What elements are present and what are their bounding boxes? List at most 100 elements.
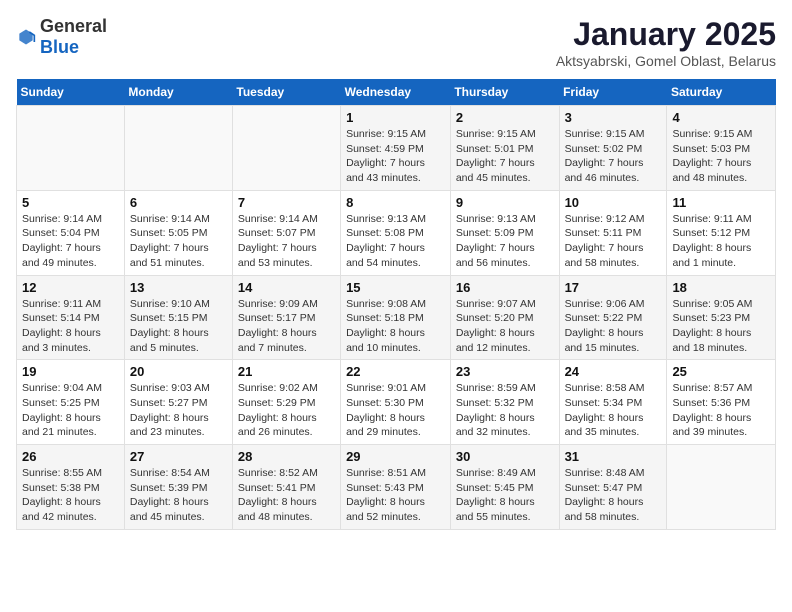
day-info: Sunrise: 9:04 AMSunset: 5:25 PMDaylight:…	[22, 381, 119, 440]
day-number: 20	[130, 364, 227, 379]
day-info: Sunrise: 9:03 AMSunset: 5:27 PMDaylight:…	[130, 381, 227, 440]
week-row-5: 26Sunrise: 8:55 AMSunset: 5:38 PMDayligh…	[17, 445, 776, 530]
day-header-wednesday: Wednesday	[341, 79, 451, 106]
day-info: Sunrise: 9:02 AMSunset: 5:29 PMDaylight:…	[238, 381, 335, 440]
day-info: Sunrise: 8:54 AMSunset: 5:39 PMDaylight:…	[130, 466, 227, 525]
day-header-tuesday: Tuesday	[232, 79, 340, 106]
day-info: Sunrise: 8:49 AMSunset: 5:45 PMDaylight:…	[456, 466, 554, 525]
day-info: Sunrise: 9:15 AMSunset: 5:01 PMDaylight:…	[456, 127, 554, 186]
day-info: Sunrise: 9:14 AMSunset: 5:04 PMDaylight:…	[22, 212, 119, 271]
day-number: 3	[565, 110, 662, 125]
day-number: 30	[456, 449, 554, 464]
day-number: 9	[456, 195, 554, 210]
day-number: 13	[130, 280, 227, 295]
day-number: 7	[238, 195, 335, 210]
day-info: Sunrise: 8:55 AMSunset: 5:38 PMDaylight:…	[22, 466, 119, 525]
day-number: 27	[130, 449, 227, 464]
day-number: 29	[346, 449, 445, 464]
day-header-saturday: Saturday	[667, 79, 776, 106]
day-info: Sunrise: 9:13 AMSunset: 5:08 PMDaylight:…	[346, 212, 445, 271]
calendar-cell: 30 Sunrise: 8:49 AMSunset: 5:45 PMDayligh…	[450, 445, 559, 530]
calendar-cell: 4 Sunrise: 9:15 AMSunset: 5:03 PMDaylight…	[667, 106, 776, 191]
day-number: 12	[22, 280, 119, 295]
day-header-sunday: Sunday	[17, 79, 125, 106]
calendar-cell: 8 Sunrise: 9:13 AMSunset: 5:08 PMDaylight…	[341, 190, 451, 275]
calendar-cell: 26Sunrise: 8:55 AMSunset: 5:38 PMDayligh…	[17, 445, 125, 530]
calendar-cell: 20 Sunrise: 9:03 AMSunset: 5:27 PMDayligh…	[124, 360, 232, 445]
calendar-cell: 16Sunrise: 9:07 AMSunset: 5:20 PMDayligh…	[450, 275, 559, 360]
day-number: 4	[672, 110, 770, 125]
day-info: Sunrise: 8:52 AMSunset: 5:41 PMDaylight:…	[238, 466, 335, 525]
calendar-cell: 13 Sunrise: 9:10 AMSunset: 5:15 PMDayligh…	[124, 275, 232, 360]
day-number: 17	[565, 280, 662, 295]
day-number: 15	[346, 280, 445, 295]
logo-general: General	[40, 16, 107, 36]
calendar-table: SundayMondayTuesdayWednesdayThursdayFrid…	[16, 79, 776, 530]
day-info: Sunrise: 9:15 AMSunset: 4:59 PMDaylight:…	[346, 127, 445, 186]
logo: General Blue	[16, 16, 107, 58]
calendar-cell: 21Sunrise: 9:02 AMSunset: 5:29 PMDayligh…	[232, 360, 340, 445]
day-info: Sunrise: 9:05 AMSunset: 5:23 PMDaylight:…	[672, 297, 770, 356]
title-area: January 2025 Aktsyabrski, Gomel Oblast, …	[556, 16, 776, 69]
week-row-1: 1 Sunrise: 9:15 AMSunset: 4:59 PMDaylight…	[17, 106, 776, 191]
calendar-cell: 6Sunrise: 9:14 AMSunset: 5:05 PMDaylight…	[124, 190, 232, 275]
calendar-title: January 2025	[556, 16, 776, 53]
day-info: Sunrise: 9:11 AMSunset: 5:14 PMDaylight:…	[22, 297, 119, 356]
day-number: 8	[346, 195, 445, 210]
day-number: 25	[672, 364, 770, 379]
day-info: Sunrise: 8:48 AMSunset: 5:47 PMDaylight:…	[565, 466, 662, 525]
day-number: 24	[565, 364, 662, 379]
calendar-cell: 23Sunrise: 8:59 AMSunset: 5:32 PMDayligh…	[450, 360, 559, 445]
calendar-cell: 15Sunrise: 9:08 AMSunset: 5:18 PMDayligh…	[341, 275, 451, 360]
calendar-cell: 3 Sunrise: 9:15 AMSunset: 5:02 PMDaylight…	[559, 106, 667, 191]
day-header-friday: Friday	[559, 79, 667, 106]
logo-icon	[16, 27, 36, 47]
day-number: 18	[672, 280, 770, 295]
calendar-cell: 12 Sunrise: 9:11 AMSunset: 5:14 PMDayligh…	[17, 275, 125, 360]
calendar-cell	[667, 445, 776, 530]
day-info: Sunrise: 9:06 AMSunset: 5:22 PMDaylight:…	[565, 297, 662, 356]
day-number: 11	[672, 195, 770, 210]
calendar-cell: 18 Sunrise: 9:05 AMSunset: 5:23 PMDayligh…	[667, 275, 776, 360]
day-number: 2	[456, 110, 554, 125]
day-number: 5	[22, 195, 119, 210]
day-info: Sunrise: 8:59 AMSunset: 5:32 PMDaylight:…	[456, 381, 554, 440]
day-number: 28	[238, 449, 335, 464]
day-number: 10	[565, 195, 662, 210]
day-info: Sunrise: 8:57 AMSunset: 5:36 PMDaylight:…	[672, 381, 770, 440]
calendar-cell	[232, 106, 340, 191]
day-info: Sunrise: 9:13 AMSunset: 5:09 PMDaylight:…	[456, 212, 554, 271]
day-number: 22	[346, 364, 445, 379]
calendar-cell	[17, 106, 125, 191]
calendar-cell: 2 Sunrise: 9:15 AMSunset: 5:01 PMDaylight…	[450, 106, 559, 191]
week-row-2: 5 Sunrise: 9:14 AMSunset: 5:04 PMDaylight…	[17, 190, 776, 275]
day-number: 16	[456, 280, 554, 295]
calendar-subtitle: Aktsyabrski, Gomel Oblast, Belarus	[556, 53, 776, 69]
day-number: 6	[130, 195, 227, 210]
calendar-cell: 25 Sunrise: 8:57 AMSunset: 5:36 PMDayligh…	[667, 360, 776, 445]
day-info: Sunrise: 8:51 AMSunset: 5:43 PMDaylight:…	[346, 466, 445, 525]
day-header-monday: Monday	[124, 79, 232, 106]
day-info: Sunrise: 9:01 AMSunset: 5:30 PMDaylight:…	[346, 381, 445, 440]
calendar-cell: 28 Sunrise: 8:52 AMSunset: 5:41 PMDayligh…	[232, 445, 340, 530]
calendar-cell: 1 Sunrise: 9:15 AMSunset: 4:59 PMDaylight…	[341, 106, 451, 191]
calendar-cell: 31Sunrise: 8:48 AMSunset: 5:47 PMDayligh…	[559, 445, 667, 530]
day-number: 1	[346, 110, 445, 125]
day-info: Sunrise: 9:14 AMSunset: 5:07 PMDaylight:…	[238, 212, 335, 271]
day-info: Sunrise: 8:58 AMSunset: 5:34 PMDaylight:…	[565, 381, 662, 440]
day-info: Sunrise: 9:10 AMSunset: 5:15 PMDaylight:…	[130, 297, 227, 356]
week-row-4: 19Sunrise: 9:04 AMSunset: 5:25 PMDayligh…	[17, 360, 776, 445]
calendar-cell: 29 Sunrise: 8:51 AMSunset: 5:43 PMDayligh…	[341, 445, 451, 530]
day-info: Sunrise: 9:15 AMSunset: 5:03 PMDaylight:…	[672, 127, 770, 186]
calendar-cell: 22 Sunrise: 9:01 AMSunset: 5:30 PMDayligh…	[341, 360, 451, 445]
day-header-thursday: Thursday	[450, 79, 559, 106]
day-info: Sunrise: 9:15 AMSunset: 5:02 PMDaylight:…	[565, 127, 662, 186]
calendar-cell: 5 Sunrise: 9:14 AMSunset: 5:04 PMDaylight…	[17, 190, 125, 275]
logo-blue: Blue	[40, 37, 79, 57]
calendar-cell: 14Sunrise: 9:09 AMSunset: 5:17 PMDayligh…	[232, 275, 340, 360]
calendar-cell: 24 Sunrise: 8:58 AMSunset: 5:34 PMDayligh…	[559, 360, 667, 445]
calendar-cell	[124, 106, 232, 191]
day-info: Sunrise: 9:11 AMSunset: 5:12 PMDaylight:…	[672, 212, 770, 271]
week-row-3: 12 Sunrise: 9:11 AMSunset: 5:14 PMDayligh…	[17, 275, 776, 360]
calendar-cell: 19Sunrise: 9:04 AMSunset: 5:25 PMDayligh…	[17, 360, 125, 445]
